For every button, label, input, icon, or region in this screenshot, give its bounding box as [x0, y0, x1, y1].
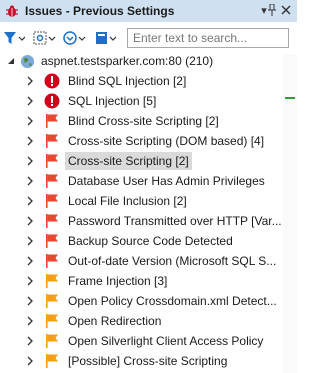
medium-severity-flag-icon: [44, 273, 60, 289]
chevron-right-icon[interactable]: [26, 116, 34, 126]
medium-severity-flag-icon: [44, 353, 60, 369]
bug-icon: [5, 4, 19, 18]
tree-item[interactable]: Database User Has Admin Privileges: [0, 171, 283, 191]
group-icon: [62, 30, 86, 49]
tree-item[interactable]: Cross-site Scripting (DOM based) [4]: [0, 131, 283, 151]
tree-item[interactable]: Cross-site Scripting [2]: [0, 151, 283, 171]
chevron-right-icon[interactable]: [26, 276, 34, 286]
tree-item[interactable]: Blind SQL Injection [2]: [0, 71, 283, 91]
chevron-right-icon[interactable]: [26, 356, 34, 366]
critical-severity-icon: [44, 73, 60, 89]
tree-item[interactable]: Local File Inclusion [2]: [0, 191, 283, 211]
chevron-right-icon[interactable]: [26, 316, 34, 326]
filter-button[interactable]: [3, 30, 26, 49]
chevron-right-icon[interactable]: [26, 216, 34, 226]
tree-item[interactable]: Open Policy Crossdomain.xml Detect...: [0, 291, 283, 311]
chevron-right-icon[interactable]: [26, 156, 34, 166]
medium-severity-flag-icon: [44, 333, 60, 349]
tree-item-label: [Possible] Cross-site Scripting: [68, 354, 228, 368]
chevron-right-icon[interactable]: [26, 256, 34, 266]
group-button[interactable]: [62, 30, 86, 48]
window-title: Issues - Previous Settings: [25, 4, 175, 18]
chevron-right-icon[interactable]: [26, 296, 34, 306]
tree-item-label: SQL Injection [5]: [68, 94, 157, 108]
tree-item-label: Blind SQL Injection [2]: [68, 74, 187, 88]
tree-root-row[interactable]: aspnet.testsparker.com:80 (210): [0, 51, 283, 71]
tree-item-label: Cross-site Scripting [2]: [65, 152, 192, 170]
critical-severity-icon: [44, 93, 60, 109]
tree-item-label: Out-of-date Version (Microsoft SQL S...: [68, 254, 277, 268]
medium-severity-flag-icon: [44, 313, 60, 329]
tree-root-label: aspnet.testsparker.com:80 (210): [41, 54, 214, 68]
high-severity-flag-icon: [44, 113, 60, 129]
tree-item-label: Open Redirection: [68, 314, 162, 328]
tree-item[interactable]: Open Silverlight Client Access Policy: [0, 331, 283, 351]
title-bar: Issues - Previous Settings ▾: [0, 0, 297, 22]
tree-item-label: Local File Inclusion [2]: [68, 194, 187, 208]
tree-item-label: Frame Injection [3]: [68, 274, 168, 288]
high-severity-flag-icon: [44, 233, 60, 249]
tree-item-label: Backup Source Code Detected: [68, 234, 233, 248]
high-severity-flag-icon: [44, 173, 60, 189]
chevron-right-icon[interactable]: [26, 196, 34, 206]
chevron-right-icon[interactable]: [26, 176, 34, 186]
close-icon[interactable]: [279, 3, 293, 17]
chevron-right-icon[interactable]: [26, 236, 34, 246]
high-severity-flag-icon: [44, 193, 60, 209]
tree-item[interactable]: Blind Cross-site Scripting [2]: [0, 111, 283, 131]
search-box[interactable]: [127, 28, 289, 48]
high-severity-flag-icon: [44, 153, 60, 169]
tree-item-label: Open Policy Crossdomain.xml Detect...: [68, 294, 277, 308]
tree-item[interactable]: Open Redirection: [0, 311, 283, 331]
tree-item-label: Database User Has Admin Privileges: [68, 174, 265, 188]
chevron-right-icon[interactable]: [26, 336, 34, 346]
issues-tree: aspnet.testsparker.com:80 (210) Blind SQ…: [0, 50, 297, 373]
chevron-down-icon[interactable]: [7, 56, 15, 66]
settings-button[interactable]: [32, 30, 56, 48]
filter-icon: [3, 30, 26, 49]
tree-item-label: Open Silverlight Client Access Policy: [68, 334, 264, 348]
high-severity-flag-icon: [44, 213, 60, 229]
high-severity-flag-icon: [44, 253, 60, 269]
chevron-right-icon[interactable]: [26, 76, 34, 86]
tree-item[interactable]: Frame Injection [3]: [0, 271, 283, 291]
view-icon: [94, 30, 118, 49]
tree-item[interactable]: Password Transmitted over HTTP [Var...: [0, 211, 283, 231]
tree-item[interactable]: Out-of-date Version (Microsoft SQL S...: [0, 251, 283, 271]
tree-item-label: Blind Cross-site Scripting [2]: [68, 114, 219, 128]
chevron-right-icon[interactable]: [26, 96, 34, 106]
tree-item-label: Password Transmitted over HTTP [Var...: [68, 214, 282, 228]
high-severity-flag-icon: [44, 133, 60, 149]
medium-severity-flag-icon: [44, 293, 60, 309]
view-button[interactable]: [94, 30, 118, 48]
tree-item[interactable]: SQL Injection [5]: [0, 91, 283, 111]
tree-item[interactable]: [Possible] Cross-site Scripting: [0, 351, 283, 371]
settings-icon: [32, 30, 56, 49]
chevron-right-icon[interactable]: [26, 136, 34, 146]
search-input[interactable]: [133, 30, 283, 46]
pin-icon[interactable]: [265, 3, 279, 17]
tree-item[interactable]: Backup Source Code Detected: [0, 231, 283, 251]
globe-icon: [19, 53, 35, 69]
tree-item-label: Cross-site Scripting (DOM based) [4]: [68, 134, 265, 148]
